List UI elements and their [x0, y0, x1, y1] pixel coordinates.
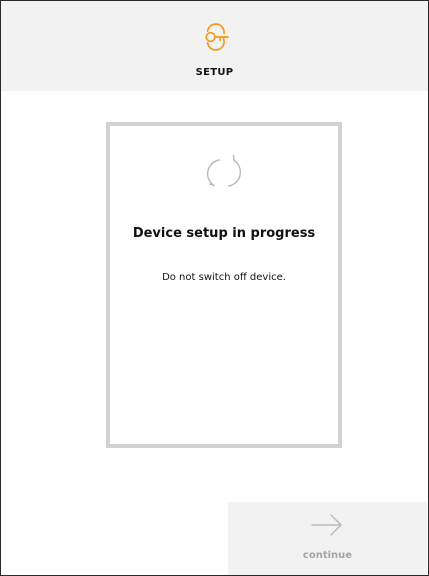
status-message: Do not switch off device. — [162, 272, 286, 283]
key-icon — [199, 23, 231, 51]
arrow-right-icon — [310, 513, 344, 537]
page-title: SETUP — [195, 67, 234, 78]
status-title: Device setup in progress — [132, 226, 316, 241]
setup-status-card: Device setup in progress Do not switch o… — [106, 122, 342, 448]
continue-button[interactable]: continue — [228, 502, 427, 575]
refresh-icon — [206, 152, 242, 194]
setup-screen: SETUP Device setup in progress Do not sw… — [0, 0, 429, 576]
continue-label: continue — [302, 550, 353, 561]
header: SETUP — [1, 1, 428, 91]
